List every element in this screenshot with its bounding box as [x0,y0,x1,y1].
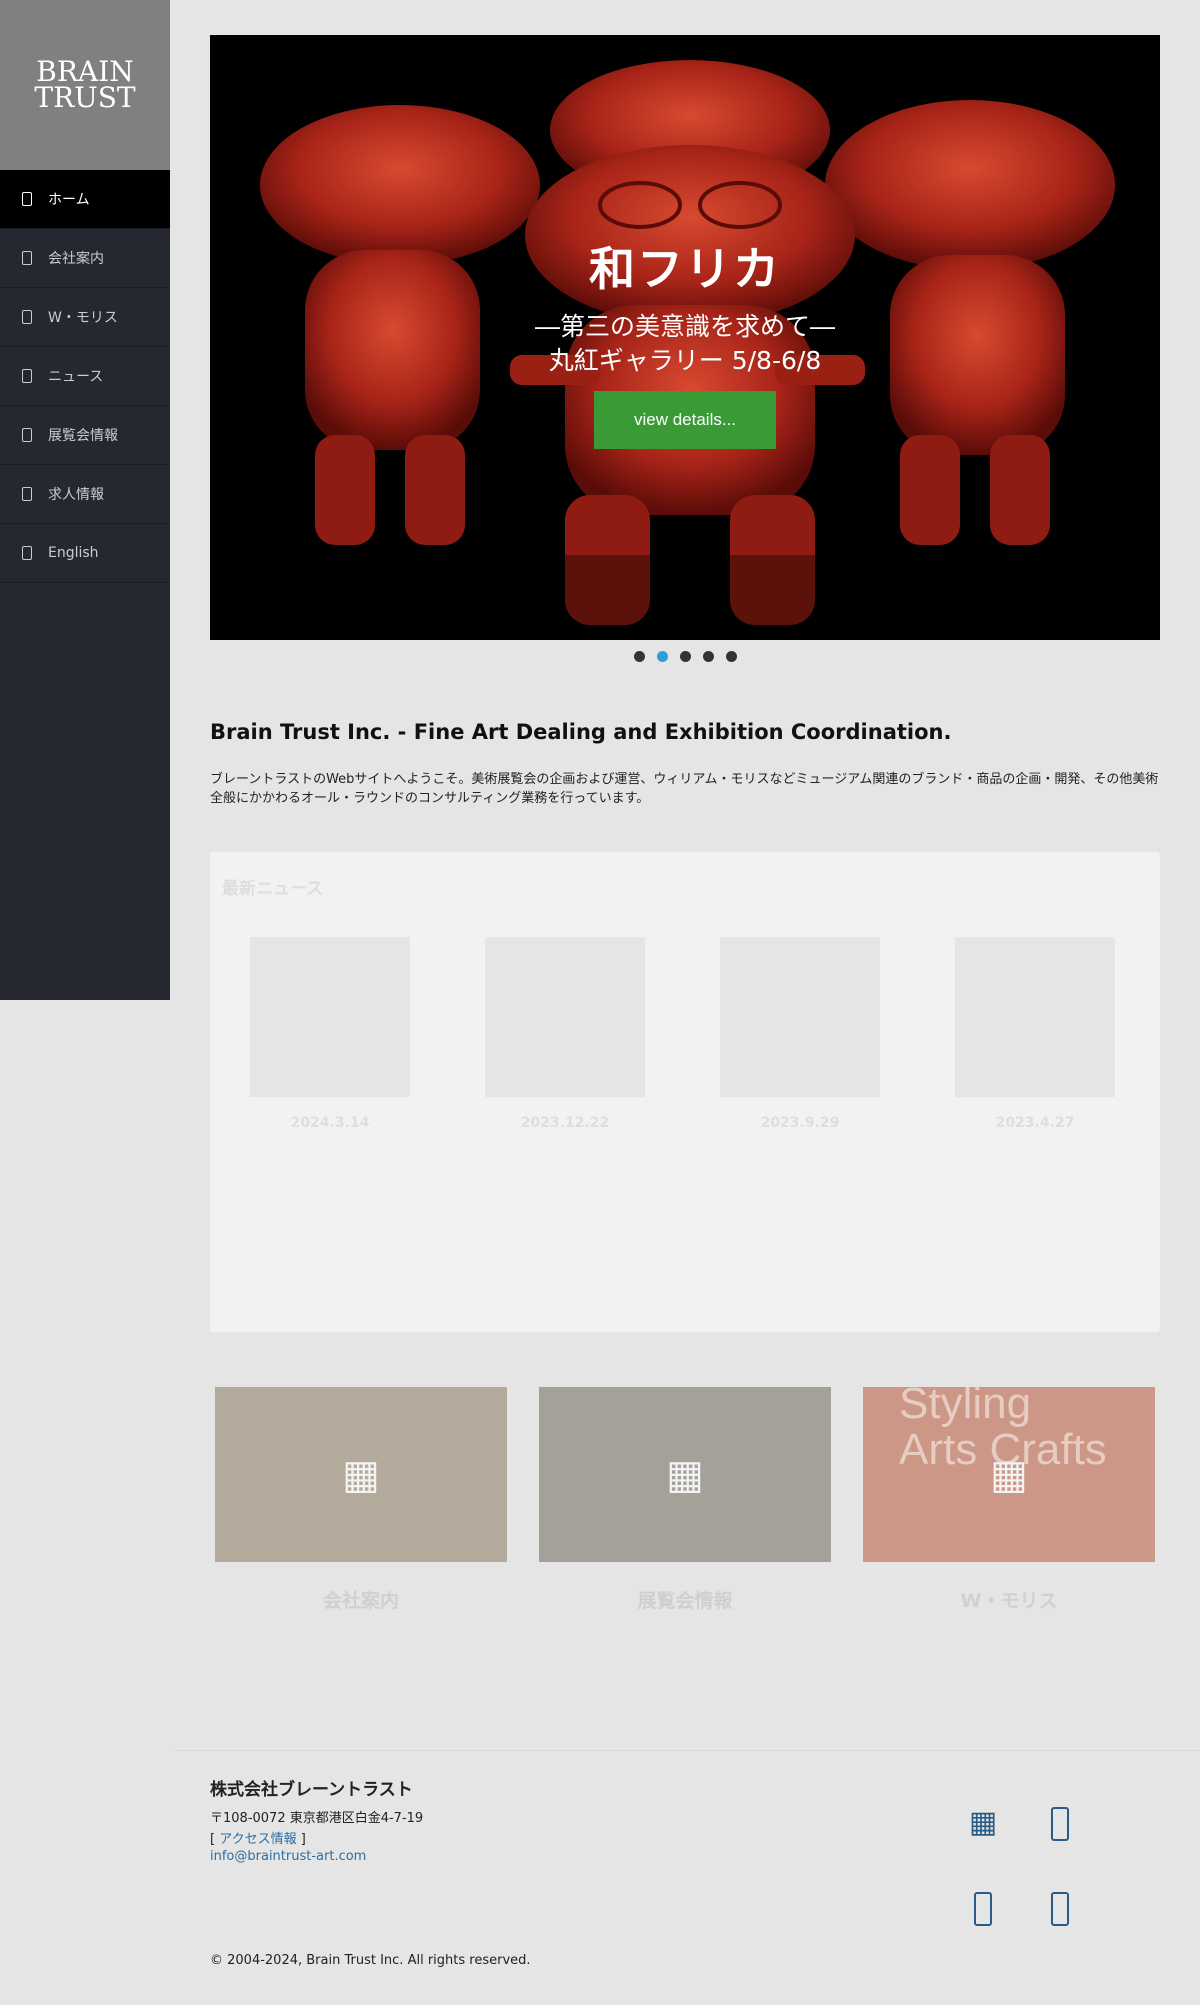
card-image[interactable]: ▦ [539,1387,831,1562]
nav-item-jobs[interactable]: 求人情報 [0,465,170,524]
brand-line-2: TRUST [34,81,136,114]
nav-label: ニュース [48,369,104,385]
card-image[interactable]: Styling Arts Crafts ▦ [863,1387,1155,1562]
news-thumbnail[interactable] [955,937,1115,1097]
brand-logo[interactable]: BRAIN TRUST [0,0,170,170]
card-title: 会社案内 [322,1590,399,1612]
main-nav: ホーム 会社案内 W・モリス ニュース 展覧会情報 求人情報 English [0,170,170,583]
nav-item-news[interactable]: ニュース [0,347,170,406]
card-title: W・モリス [960,1590,1058,1612]
intro-text: ブレーントラストのWebサイトへようこそ。美術展覧会の企画および運営、ウィリアム… [210,772,1159,806]
access-prefix: [ [210,1832,220,1847]
twitter-icon[interactable] [963,1889,1003,1929]
hero-slider[interactable]: 和フリカ ―第三の美意識を求めて― 丸紅ギャラリー 5/8-6/8 view d… [210,35,1160,640]
news-thumbnail[interactable] [485,937,645,1097]
news-heading: 最新ニュース [222,879,324,899]
nav-item-morris[interactable]: W・モリス [0,288,170,347]
grid-icon[interactable]: ▦ [963,1802,1003,1842]
nav-label: English [48,545,99,561]
grid-icon: ▦ [990,1451,1028,1498]
grid-icon: ▦ [666,1451,704,1498]
news-item[interactable]: 2023.12.22 [470,937,660,1131]
nav-label: W・モリス [48,310,118,326]
card-title: 展覧会情報 [637,1590,733,1612]
news-date: 2023.12.22 [520,1115,610,1131]
footer-access: [ アクセス情報 ] [210,1828,306,1847]
news-thumbnail[interactable] [250,937,410,1097]
nav-item-english[interactable]: English [0,524,170,583]
nav-item-exhibitions[interactable]: 展覧会情報 [0,406,170,465]
hero-subtitle: ―第三の美意識を求めて― [534,312,835,341]
leaf-icon [22,310,32,324]
nav-item-company[interactable]: 会社案内 [0,229,170,288]
slider-pagination [210,651,1160,662]
slider-dot[interactable] [633,651,645,662]
footer-email[interactable]: info@braintrust-art.com [210,1849,366,1864]
card-image[interactable]: ▦ [215,1387,507,1562]
card-company[interactable]: ▦ 会社案内 [215,1387,507,1613]
sidebar: BRAIN TRUST ホーム 会社案内 W・モリス ニュース 展覧会情報 求人… [0,0,170,1000]
footer-copyright: © 2004-2024, Brain Trust Inc. All rights… [210,1953,531,1968]
instagram-icon[interactable] [1040,1889,1080,1929]
grid-icon: ▦ [342,1451,380,1498]
nav-item-home[interactable]: ホーム [0,170,170,229]
building-icon [22,251,32,265]
news-date: 2023.9.29 [760,1115,840,1131]
news-icon [22,369,32,383]
hero-venue: 丸紅ギャラリー 5/8-6/8 [548,346,822,375]
globe-icon [22,546,32,560]
footer-company: 株式会社ブレーントラスト [210,1780,413,1800]
card-morris[interactable]: Styling Arts Crafts ▦ W・モリス [863,1387,1155,1613]
nav-label: ホーム [48,192,90,208]
facebook-icon[interactable] [1040,1804,1080,1844]
footer-address: 〒108-0072 東京都港区白金4-7-19 [210,1811,424,1826]
news-item[interactable]: 2023.4.27 [940,937,1130,1131]
card-exhibitions[interactable]: ▦ 展覧会情報 [539,1387,831,1613]
news-panel: 最新ニュース 2024.3.14 2023.12.22 2023.9.29 20… [210,852,1160,1332]
picture-icon [22,428,32,442]
user-icon [22,487,32,501]
access-link[interactable]: アクセス情報 [219,1832,296,1847]
slider-dot[interactable] [679,651,691,662]
news-item[interactable]: 2023.9.29 [705,937,895,1131]
nav-label: 求人情報 [48,487,104,503]
news-date: 2024.3.14 [290,1115,370,1131]
hero-title: 和フリカ [589,242,781,296]
news-item[interactable]: 2024.3.14 [235,937,425,1131]
slider-dot[interactable] [725,651,737,662]
news-thumbnail[interactable] [720,937,880,1097]
intro-heading: Brain Trust Inc. - Fine Art Dealing and … [210,720,952,744]
news-date: 2023.4.27 [995,1115,1075,1131]
nav-label: 展覧会情報 [48,428,118,444]
slider-dot-active[interactable] [656,651,668,662]
footer-divider [174,1750,1200,1751]
home-icon [22,192,32,206]
view-details-button[interactable]: view details... [594,391,776,449]
slider-dot[interactable] [702,651,714,662]
nav-label: 会社案内 [48,251,104,267]
access-suffix: ] [296,1832,306,1847]
